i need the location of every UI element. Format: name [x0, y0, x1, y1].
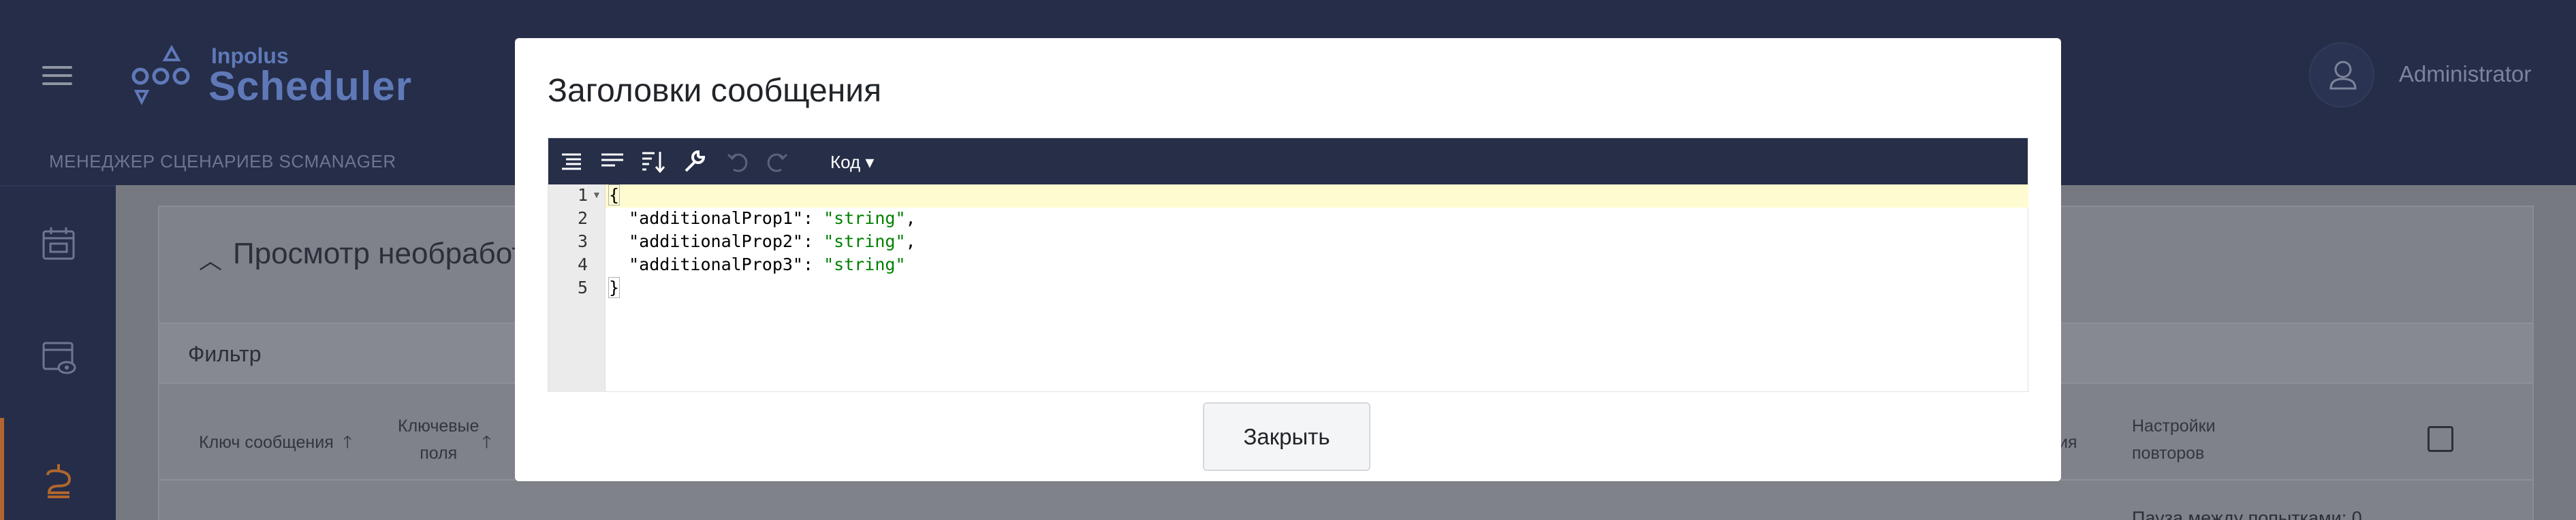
json-editor[interactable]: Код ▾ 1 ▼ 2 3 4 5 { "additionalProp1": "… [548, 137, 2028, 392]
format-icon[interactable] [558, 148, 585, 175]
sort-arrow-icon[interactable]: 🡑 [339, 433, 352, 452]
logo-big-text: Scheduler [208, 63, 413, 109]
line-number-gutter: 1 ▼ 2 3 4 5 [548, 184, 606, 392]
editor-toolbar: Код ▾ [548, 138, 2028, 184]
filter-label: Фильтр [188, 342, 262, 366]
calendar-view-icon [42, 342, 76, 374]
open-brace: { [608, 184, 621, 206]
panel-title: Просмотр необработа [233, 237, 542, 270]
user-name: Administrator [2399, 61, 2532, 86]
json-value: "string" [823, 208, 906, 228]
pause-text: Пауза между попытками: 0 [2132, 508, 2362, 520]
column-label-line1: Ключевые [398, 417, 480, 436]
app-logo[interactable]: Inpolus Scheduler [0, 0, 413, 123]
calendar-icon [42, 227, 75, 260]
undo-icon[interactable] [724, 148, 751, 175]
code-line[interactable]: } [608, 277, 621, 298]
chevron-up-icon[interactable]: ︿ [199, 242, 222, 276]
repair-icon[interactable] [680, 148, 708, 175]
select-all-checkbox[interactable] [2428, 426, 2453, 452]
code-line[interactable]: { [608, 184, 621, 206]
json-key: "additionalProp2" [629, 231, 803, 251]
column-label-line1: Настройки [2132, 417, 2216, 436]
column-label: Ключ сообщения [199, 433, 334, 452]
sort-icon[interactable] [640, 148, 667, 175]
avatar[interactable] [2309, 42, 2374, 108]
line-number: 2 [577, 208, 588, 228]
sidebar-item-scmanager[interactable] [0, 418, 116, 520]
close-button[interactable]: Закрыть [1203, 402, 1370, 471]
code-line[interactable]: "additionalProp2": "string", [608, 231, 916, 251]
json-key: "additionalProp3" [629, 255, 803, 274]
column-header-retry-settings[interactable]: Настройки повторов [2132, 412, 2216, 467]
close-brace: } [608, 277, 621, 298]
user-icon [2329, 61, 2357, 90]
message-headers-modal: Заголовки сообщения Код ▾ 1 ▼ 2 3 4 5 {… [515, 38, 2061, 481]
column-header-partial: ия [2058, 433, 2077, 452]
code-line[interactable]: "additionalProp3": "string" [608, 255, 906, 274]
json-value: "string" [823, 255, 906, 274]
sidebar-item-calendar[interactable] [0, 186, 116, 302]
column-label-line2: поля [420, 444, 458, 463]
manager-title: МЕНЕДЖЕР СЦЕНАРИЕВ SCMANAGER [49, 151, 396, 172]
modal-title: Заголовки сообщения [548, 73, 882, 109]
json-separator: , [905, 231, 916, 251]
sidebar-item-view[interactable] [0, 302, 116, 418]
json-key: "additionalProp1" [629, 208, 803, 228]
user-menu[interactable]: Administrator [2309, 42, 2568, 108]
fold-arrow-icon[interactable]: ▼ [592, 189, 601, 200]
mode-selector[interactable]: Код ▾ [830, 152, 874, 173]
column-header-message-key[interactable]: Ключ сообщения 🡑 [199, 429, 352, 456]
code-line[interactable]: "additionalProp1": "string", [608, 208, 916, 228]
column-label-line2: повторов [2132, 444, 2205, 463]
redo-icon[interactable] [764, 148, 791, 175]
column-header-key-fields[interactable]: Ключевые поля [398, 412, 479, 467]
line-number: 1 [577, 185, 588, 205]
active-line-highlight [606, 184, 2028, 208]
line-number: 4 [577, 255, 588, 274]
compact-icon[interactable] [599, 148, 626, 175]
sort-arrow-icon[interactable]: 🡑 [482, 429, 491, 456]
sidebar [0, 185, 116, 520]
scenario-manager-icon [46, 464, 72, 498]
logo-mark-icon [131, 44, 190, 105]
json-value: "string" [823, 231, 906, 251]
line-number: 5 [577, 278, 588, 297]
json-separator: , [905, 208, 916, 228]
line-number: 3 [577, 231, 588, 251]
